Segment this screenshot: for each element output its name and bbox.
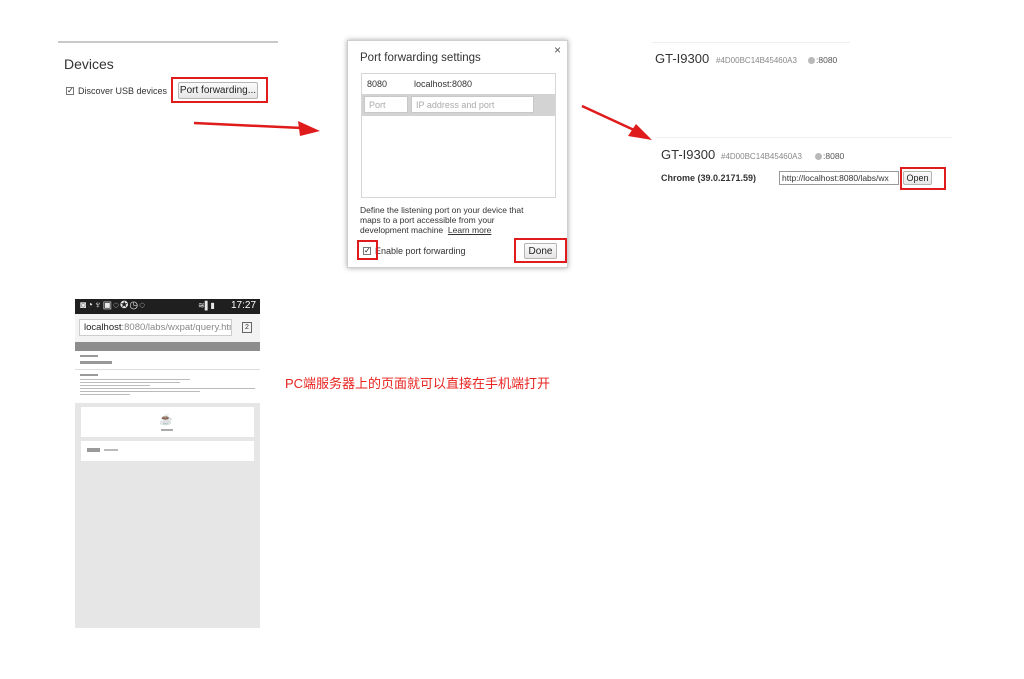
arrow-to-dialog bbox=[193, 121, 320, 136]
learn-more-link[interactable]: Learn more bbox=[448, 225, 491, 235]
tiny-line bbox=[80, 379, 190, 380]
tiny-heading bbox=[80, 355, 98, 357]
devices-title: Devices bbox=[64, 56, 114, 72]
phone-tab-count: 2 bbox=[245, 324, 249, 331]
phone-page-header bbox=[75, 342, 260, 351]
discover-usb-checkbox[interactable]: ✓ bbox=[66, 87, 74, 95]
browser-version: Chrome (39.0.2171.59) bbox=[661, 173, 757, 183]
arrow-to-device bbox=[581, 104, 652, 140]
device-port: :8080 bbox=[816, 55, 838, 65]
status-dot-icon bbox=[815, 153, 822, 161]
tiny-heading bbox=[80, 374, 98, 376]
phone-card bbox=[81, 441, 254, 461]
tiny-line bbox=[80, 394, 130, 395]
highlight-enable-checkbox bbox=[357, 240, 378, 260]
phone-card: ☕ bbox=[81, 407, 254, 437]
rule-port: 8080 bbox=[367, 79, 388, 89]
rules-list: 8080 localhost:8080 Port IP address and … bbox=[361, 73, 556, 198]
device-top-divider bbox=[652, 42, 850, 43]
address-input[interactable]: IP address and port bbox=[411, 96, 534, 113]
port-status-indicator: :8080 bbox=[808, 55, 837, 65]
status-dot-icon bbox=[808, 57, 815, 65]
close-icon[interactable]: × bbox=[554, 43, 561, 57]
phone-url-path: :8080/labs/wxpat/query.htm bbox=[121, 322, 232, 333]
tiny-tag bbox=[104, 449, 118, 451]
port-input[interactable]: Port bbox=[364, 96, 408, 113]
phone-page-section bbox=[75, 351, 260, 403]
port-forwarding-dialog: Port forwarding settings × 8080 localhos… bbox=[347, 40, 568, 268]
description-text: Define the listening port on your device… bbox=[360, 205, 524, 235]
signal-icons: ≋▌▮ bbox=[198, 301, 215, 310]
device-port: :8080 bbox=[823, 151, 845, 161]
rule-row[interactable]: 8080 localhost:8080 bbox=[362, 74, 555, 94]
discover-usb-label: Discover USB devices bbox=[78, 86, 168, 96]
device-serial: #4D00BC14B45460A3 bbox=[721, 152, 802, 161]
phone-status-bar: ◙◔♆▣◌✪◷◌ ≋▌▮ 17:27 bbox=[75, 299, 260, 314]
device-bottom-divider bbox=[656, 137, 952, 138]
rule-address: localhost:8080 bbox=[414, 79, 473, 89]
phone-address-bar: localhost:8080/labs/wxpat/query.htm 2 bbox=[75, 314, 260, 343]
new-rule-row: Port IP address and port bbox=[362, 94, 555, 116]
dialog-description: Define the listening port on your device… bbox=[360, 205, 545, 235]
port-status-indicator: :8080 bbox=[815, 151, 844, 161]
tiny-line bbox=[80, 388, 255, 389]
devices-top-divider bbox=[58, 41, 278, 43]
highlight-done-button bbox=[514, 238, 567, 263]
enable-forwarding-label: Enable port forwarding bbox=[375, 246, 466, 256]
coffee-icon: ☕ bbox=[159, 414, 173, 426]
tiny-divider bbox=[75, 369, 260, 370]
highlight-open-button bbox=[900, 167, 946, 190]
device-name: GT-I9300 bbox=[655, 51, 710, 66]
phone-screenshot: ◙◔♆▣◌✪◷◌ ≋▌▮ 17:27 localhost:8080/labs/w… bbox=[75, 299, 260, 628]
tiny-line bbox=[80, 391, 200, 392]
open-url-value: http://localhost:8080/labs/wx bbox=[782, 173, 889, 183]
caption-text: PC端服务器上的页面就可以直接在手机端打开 bbox=[285, 376, 551, 391]
phone-url-host: localhost bbox=[84, 322, 122, 333]
tiny-bar bbox=[80, 361, 112, 364]
device-name: GT-I9300 bbox=[661, 147, 716, 162]
highlight-port-forwarding bbox=[171, 77, 268, 103]
phone-url-field[interactable]: localhost:8080/labs/wxpat/query.htm bbox=[79, 319, 232, 336]
tiny-line bbox=[80, 382, 180, 383]
tiny-tag bbox=[87, 448, 100, 452]
status-time: 17:27 bbox=[231, 300, 257, 311]
device-serial: #4D00BC14B45460A3 bbox=[716, 56, 797, 65]
open-url-input[interactable]: http://localhost:8080/labs/wx bbox=[779, 171, 899, 185]
notification-icons: ◙◔♆▣◌✪◷◌ bbox=[80, 300, 147, 311]
tiny-caption bbox=[161, 429, 173, 431]
tiny-line bbox=[80, 385, 150, 386]
dialog-title: Port forwarding settings bbox=[360, 52, 481, 64]
phone-tabs-button[interactable]: 2 bbox=[242, 322, 252, 333]
